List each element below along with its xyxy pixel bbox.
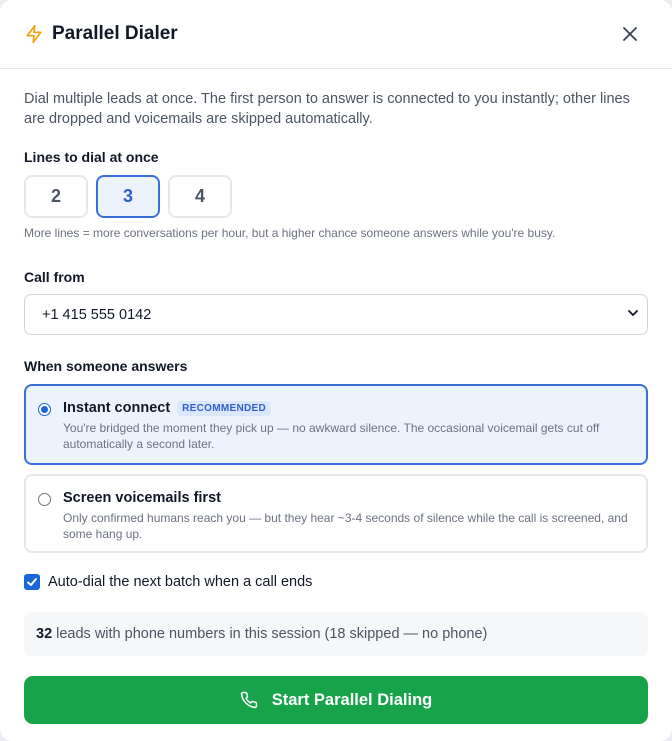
modal-header: Parallel Dialer [0, 0, 672, 69]
screen-voicemails-title: Screen voicemails first [63, 490, 221, 506]
lead-count: 32 [36, 626, 53, 642]
instant-connect-radio[interactable] [38, 403, 51, 416]
modal-title: Parallel Dialer [52, 23, 178, 44]
start-parallel-dialing-button[interactable]: Start Parallel Dialing [24, 676, 648, 724]
lines-option-3[interactable]: 3 [96, 175, 160, 218]
parallel-dialer-modal: Parallel Dialer Dial multiple leads at o… [0, 0, 672, 741]
answer-mode-label: When someone answers [24, 358, 188, 374]
session-info-text: leads with phone numbers in this session… [56, 626, 488, 642]
start-button-label: Start Parallel Dialing [271, 690, 433, 709]
close-icon[interactable] [620, 24, 640, 44]
session-info: 32 leads with phone numbers in this sess… [24, 612, 648, 656]
chevron-down-icon [627, 307, 639, 323]
lightning-bolt-icon [24, 24, 44, 44]
auto-dial-label: Auto-dial the next batch when a call end… [48, 574, 313, 590]
recommended-badge: RECOMMENDED [177, 400, 272, 416]
option-screen-voicemails[interactable]: Screen voicemails first Only confirmed h… [24, 474, 648, 553]
dialer-description: Dial multiple leads at once. The first p… [24, 91, 630, 127]
auto-dial-toggle[interactable]: Auto-dial the next batch when a call end… [24, 574, 648, 590]
screen-voicemails-radio[interactable] [38, 493, 51, 506]
phone-icon [240, 691, 258, 709]
lines-hint: More lines = more conversations per hour… [24, 226, 556, 240]
option-instant-connect[interactable]: Instant connect RECOMMENDED You're bridg… [24, 384, 648, 465]
call-from-value: +1 415 555 0142 [42, 306, 152, 323]
modal-body: Dial multiple leads at once. The first p… [0, 69, 672, 724]
lines-option-4[interactable]: 4 [168, 175, 232, 218]
call-from-label: Call from [24, 269, 85, 285]
lines-option-2[interactable]: 2 [24, 175, 88, 218]
call-from-select[interactable]: +1 415 555 0142 [24, 294, 648, 335]
screen-voicemails-description: Only confirmed humans reach you — but th… [63, 511, 628, 541]
auto-dial-checkbox[interactable] [24, 574, 40, 590]
lines-label: Lines to dial at once [24, 149, 159, 165]
lines-selector: 2 3 4 [24, 175, 648, 218]
instant-connect-title: Instant connect [63, 400, 171, 416]
instant-connect-description: You're bridged the moment they pick up —… [63, 421, 600, 451]
